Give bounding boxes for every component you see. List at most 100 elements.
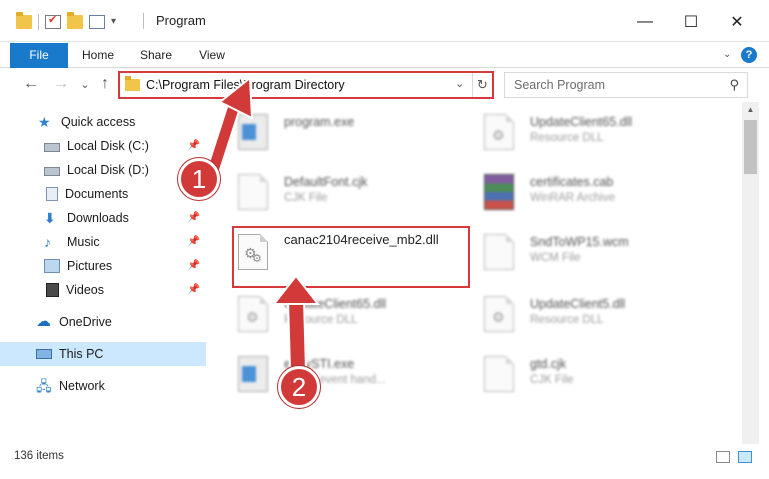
address-folder-icon bbox=[125, 76, 140, 91]
tab-view[interactable]: View bbox=[192, 42, 232, 68]
sidebar-item-local-disk-d[interactable]: Local Disk (D:) bbox=[0, 158, 206, 182]
file-item[interactable]: ⚙ UpdateClient65.dll Resource DLL bbox=[214, 288, 454, 340]
sidebar-item-videos[interactable]: Videos 📌 bbox=[0, 278, 206, 302]
tab-home[interactable]: Home bbox=[78, 42, 118, 68]
sidebar-item-label: Downloads bbox=[67, 211, 129, 225]
maximize-button[interactable]: ☐ bbox=[668, 8, 714, 36]
scroll-up-arrow-icon[interactable]: ▲ bbox=[742, 102, 759, 118]
file-type: Resource DLL bbox=[284, 314, 358, 326]
view-properties-icon[interactable] bbox=[89, 15, 105, 29]
address-path[interactable]: C:\Program Files\Program Directory bbox=[146, 78, 345, 92]
tab-share[interactable]: Share bbox=[134, 42, 178, 68]
file-item[interactable]: ⚙ UpdateClient5.dll Resource DLL bbox=[460, 288, 700, 340]
details-view-icon[interactable] bbox=[716, 451, 730, 463]
file-type: Resource DLL bbox=[530, 314, 604, 326]
search-input[interactable] bbox=[505, 73, 719, 97]
sidebar-item-label: Local Disk (D:) bbox=[67, 163, 149, 177]
sidebar-item-label: Local Disk (C:) bbox=[67, 139, 149, 153]
sidebar-item-local-disk-c[interactable]: Local Disk (C:) 📌 bbox=[0, 134, 206, 158]
minimize-button[interactable]: — bbox=[622, 8, 668, 36]
back-arrow-icon[interactable]: ← bbox=[22, 75, 40, 93]
sidebar-item-network[interactable]: 🖧 Network bbox=[0, 374, 206, 398]
sidebar-item-label: Pictures bbox=[67, 259, 113, 273]
sidebar-item-downloads[interactable]: ⬇ Downloads 📌 bbox=[0, 206, 206, 230]
properties-check-icon[interactable] bbox=[45, 13, 61, 29]
network-icon: 🖧 bbox=[36, 378, 52, 394]
sidebar-item-quick-access[interactable]: ★ Quick access bbox=[0, 110, 206, 134]
pin-icon[interactable]: 📌 bbox=[188, 284, 200, 295]
address-dropdown-chevron-icon[interactable]: ⌄ bbox=[455, 77, 464, 90]
sidebar-item-this-pc[interactable]: This PC bbox=[0, 342, 206, 366]
forward-arrow-icon[interactable]: → bbox=[52, 75, 70, 93]
tab-file[interactable]: File bbox=[10, 43, 68, 68]
archive-icon bbox=[484, 174, 514, 210]
navigation-pane: ★ Quick access Local Disk (C:) 📌 Local D… bbox=[0, 102, 210, 444]
folder-icon[interactable] bbox=[16, 12, 32, 29]
sidebar-item-label: Network bbox=[59, 379, 105, 393]
sidebar-item-onedrive[interactable]: ☁ OneDrive bbox=[0, 310, 206, 334]
file-item[interactable]: gtd.cjk CJK File bbox=[460, 348, 700, 400]
expand-ribbon-chevron-icon[interactable]: ⌄ bbox=[723, 50, 733, 60]
new-folder-icon[interactable] bbox=[67, 12, 83, 29]
sidebar-item-label: This PC bbox=[59, 347, 104, 361]
sidebar-item-label: Music bbox=[67, 235, 100, 249]
sidebar-item-label: Documents bbox=[65, 187, 129, 201]
file-name: UpdateClient65.dll bbox=[530, 115, 633, 129]
file-icon bbox=[238, 174, 268, 210]
search-icon[interactable]: ⚲ bbox=[729, 77, 739, 93]
pc-icon bbox=[36, 349, 52, 359]
sidebar-item-label: Quick access bbox=[61, 115, 136, 129]
quick-access-toolbar: ▾ bbox=[16, 12, 121, 30]
navigation-bar: ← → ⌄ ↑ C:\Program Files\Program Directo… bbox=[0, 68, 769, 102]
file-name: DefaultFont.cjk bbox=[284, 175, 368, 189]
file-icon bbox=[484, 234, 514, 270]
file-type: CJK File bbox=[284, 192, 328, 204]
disk-icon bbox=[44, 167, 60, 176]
scroll-thumb[interactable] bbox=[744, 120, 757, 174]
documents-icon bbox=[46, 187, 58, 201]
file-item[interactable]: SndToWP15.wcm WCM File bbox=[460, 226, 700, 278]
close-button[interactable]: ✕ bbox=[714, 8, 760, 36]
file-name: UpdateClient65.dll bbox=[284, 297, 387, 311]
search-box[interactable]: ⚲ bbox=[504, 72, 748, 98]
videos-icon bbox=[46, 283, 59, 297]
status-bar: 136 items bbox=[0, 444, 769, 479]
sidebar-item-music[interactable]: ♪ Music 📌 bbox=[0, 230, 206, 254]
help-icon[interactable]: ? bbox=[741, 47, 757, 63]
customize-toolbar-chevron-icon[interactable]: ▾ bbox=[111, 17, 121, 27]
toolbar-divider bbox=[38, 14, 39, 30]
vertical-scrollbar[interactable]: ▲ bbox=[742, 102, 759, 444]
item-count: 136 items bbox=[14, 450, 64, 462]
file-type: WinRAR Archive bbox=[530, 192, 615, 204]
step-1-badge: 1 bbox=[178, 158, 220, 200]
file-name: certificates.cab bbox=[530, 175, 614, 189]
sidebar-item-label: Videos bbox=[66, 283, 104, 297]
address-bar[interactable]: C:\Program Files\Program Directory ⌄ ↻ bbox=[118, 71, 494, 99]
title-bar: ▾ Program — ☐ ✕ bbox=[0, 0, 769, 42]
up-arrow-icon[interactable]: ↑ bbox=[96, 75, 114, 93]
recent-locations-chevron-icon[interactable]: ⌄ bbox=[76, 78, 94, 91]
large-icons-view-icon[interactable] bbox=[738, 451, 752, 463]
pin-icon[interactable]: 📌 bbox=[188, 140, 200, 151]
file-item[interactable]: certificates.cab WinRAR Archive bbox=[460, 166, 700, 218]
ribbon: File Home Share View ⌄ ? bbox=[0, 42, 769, 68]
star-icon: ★ bbox=[38, 114, 51, 130]
exe-icon bbox=[238, 356, 268, 392]
refresh-icon[interactable]: ↻ bbox=[472, 73, 492, 97]
file-item[interactable]: program.exe bbox=[214, 106, 454, 158]
sidebar-item-pictures[interactable]: Pictures 📌 bbox=[0, 254, 206, 278]
step-2-badge: 2 bbox=[278, 366, 320, 408]
title-divider bbox=[143, 13, 144, 29]
file-item[interactable]: ⚙ UpdateClient65.dll Resource DLL bbox=[460, 106, 700, 158]
sidebar-item-documents[interactable]: Documents 📌 bbox=[0, 182, 206, 206]
file-name: SndToWP15.wcm bbox=[530, 235, 629, 249]
downloads-icon: ⬇ bbox=[44, 210, 56, 226]
music-icon: ♪ bbox=[44, 234, 51, 250]
pin-icon[interactable]: 📌 bbox=[188, 212, 200, 223]
file-item[interactable]: ebbySTI.exe ...ur in event hand... bbox=[214, 348, 454, 400]
pin-icon[interactable]: 📌 bbox=[188, 236, 200, 247]
file-type: WCM File bbox=[530, 252, 581, 264]
pin-icon[interactable]: 📌 bbox=[188, 260, 200, 271]
ribbon-controls: ⌄ ? bbox=[723, 47, 757, 63]
file-item[interactable]: DefaultFont.cjk CJK File bbox=[214, 166, 454, 218]
